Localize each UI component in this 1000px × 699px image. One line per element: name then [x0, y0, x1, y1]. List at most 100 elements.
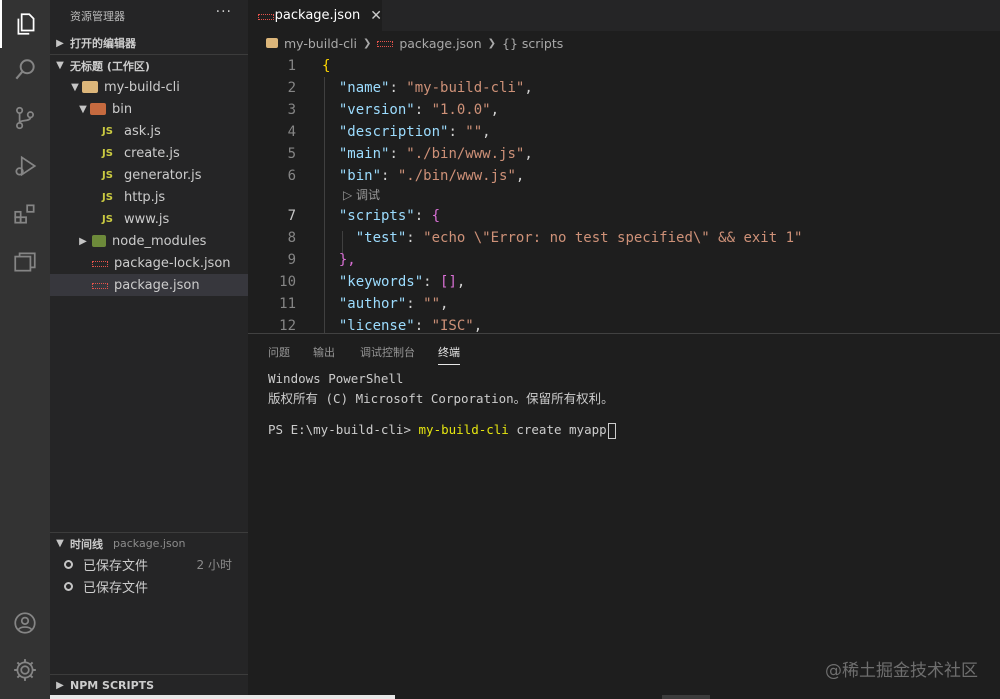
terminal-args: create myapp — [508, 422, 607, 437]
tab-debug-console[interactable]: 调试控制台 — [360, 344, 415, 360]
code-text: "test": "echo \"Error: no test specified… — [355, 230, 803, 246]
js-file-icon: JS — [102, 147, 113, 159]
code-text: "name": "my-build-cli", — [338, 80, 533, 96]
json-string: "./bin/www.js" — [406, 146, 525, 162]
code-line: 5 "main": "./bin/www.js", — [248, 143, 1000, 165]
json-string: "" — [423, 296, 441, 312]
tab-terminal[interactable]: 终端 — [438, 344, 460, 365]
tree-file-package-json[interactable]: package.json — [50, 274, 248, 296]
code-line: 4 "description": "", — [248, 121, 1000, 143]
tree-file-package-lock-json[interactable]: package-lock.json — [50, 252, 248, 274]
tree-folder-bin[interactable]: ▼ bin — [50, 98, 248, 120]
code-text: }, — [322, 252, 356, 268]
terminal-prompt: PS E:\my-build-cli> — [268, 422, 419, 437]
code-text: "main": "./bin/www.js", — [338, 146, 533, 162]
json-key: "test" — [355, 230, 407, 246]
timeline-file: package.json — [113, 537, 186, 550]
code-line: 7 "scripts": { — [248, 205, 1000, 227]
tree-file-create-js[interactable]: JS create.js — [50, 142, 248, 164]
chevron-right-icon: ❯ — [487, 37, 497, 49]
terminal-command: my-build-cli — [418, 422, 509, 437]
source-control-icon[interactable] — [0, 94, 50, 142]
code-text: "version": "1.0.0", — [338, 102, 500, 118]
chevron-right-icon: ▶ — [56, 680, 64, 691]
node-folder-icon — [92, 235, 106, 247]
json-string: "1.0.0" — [431, 102, 491, 118]
tab-output[interactable]: 输出 — [313, 344, 335, 360]
line-number: 2 — [287, 80, 296, 96]
line-number: 12 — [279, 318, 296, 333]
tree-label: http.js — [124, 189, 166, 205]
tree-file-ask-js[interactable]: JS ask.js — [50, 120, 248, 142]
code-line: 6 "bin": "./bin/www.js", — [248, 165, 1000, 187]
terminal-line: Windows PowerShell — [268, 371, 404, 386]
account-icon[interactable] — [0, 599, 50, 647]
close-icon[interactable]: ✕ — [370, 8, 382, 24]
code-editor[interactable]: 1 { 2 "name": "my-build-cli", 3 "version… — [248, 55, 1000, 333]
extensions-icon[interactable] — [0, 190, 50, 238]
chevron-down-icon: ▼ — [56, 538, 64, 549]
settings-gear-icon[interactable] — [0, 646, 50, 694]
tree-label: generator.js — [124, 167, 202, 183]
code-text: "author": "", — [338, 296, 449, 312]
editor-tab-bar: package.json ✕ — [248, 0, 1000, 31]
codelens-row: ▷ 调试 — [248, 185, 1000, 203]
json-string: "ISC" — [431, 318, 474, 333]
remote-explorer-icon[interactable] — [0, 238, 50, 286]
breadcrumb-item[interactable]: {} scripts — [502, 36, 563, 51]
breadcrumb-item[interactable]: package.json — [399, 36, 481, 51]
line-number: 3 — [287, 102, 296, 118]
timeline-header[interactable]: ▼ 时间线 package.json — [50, 532, 248, 554]
folder-icon — [266, 38, 278, 48]
json-key: "scripts" — [338, 208, 415, 224]
tree-file-www-js[interactable]: JS www.js — [50, 208, 248, 230]
line-number: 7 — [287, 208, 296, 224]
line-number: 1 — [287, 58, 296, 74]
terminal-prompt-line[interactable]: PS E:\my-build-cli> my-build-cli create … — [268, 422, 616, 439]
json-file-icon — [92, 280, 110, 290]
explorer-sidebar: 资源管理器 ··· ▶ 打开的编辑器 ▼ 无标题 (工作区) ▼ my-buil… — [50, 0, 248, 699]
workspace-header[interactable]: ▼ 无标题 (工作区) — [50, 54, 248, 76]
js-file-icon: JS — [102, 125, 113, 137]
open-editors-header[interactable]: ▶ 打开的编辑器 — [50, 32, 248, 54]
tab-package-json[interactable]: package.json ✕ — [248, 0, 382, 31]
chevron-right-icon: ▶ — [79, 235, 87, 247]
brace: { — [431, 208, 441, 224]
tree-label: www.js — [124, 211, 170, 227]
debug-codelens[interactable]: ▷ 调试 — [343, 186, 380, 203]
tab-problems[interactable]: 问题 — [268, 344, 290, 360]
code-text: "license": "ISC", — [338, 318, 483, 333]
json-string: "" — [465, 124, 483, 140]
code-text: "bin": "./bin/www.js", — [338, 168, 525, 184]
code-line: 3 "version": "1.0.0", — [248, 99, 1000, 121]
npm-scripts-label: NPM SCRIPTS — [70, 679, 155, 692]
explorer-title: 资源管理器 — [70, 10, 125, 23]
timeline-item[interactable]: 已保存文件 2 小时 — [50, 553, 248, 575]
line-number: 5 — [287, 146, 296, 162]
tree-file-generator-js[interactable]: JS generator.js — [50, 164, 248, 186]
json-key: "main" — [338, 146, 390, 162]
chevron-right-icon: ▶ — [56, 37, 64, 49]
breadcrumb-item[interactable]: my-build-cli — [284, 36, 357, 51]
json-string: "./bin/www.js" — [397, 168, 516, 184]
tree-label: node_modules — [112, 233, 207, 249]
more-actions-button[interactable]: ··· — [216, 4, 232, 20]
tree-folder-my-build-cli[interactable]: ▼ my-build-cli — [50, 76, 248, 98]
timeline-item[interactable]: 已保存文件 — [50, 575, 248, 597]
npm-scripts-header[interactable]: ▶ NPM SCRIPTS — [50, 674, 248, 696]
timeline-title: 时间线 — [70, 537, 103, 551]
json-key: "bin" — [338, 168, 382, 184]
tree-file-http-js[interactable]: JS http.js — [50, 186, 248, 208]
tree-folder-node-modules[interactable]: ▶ node_modules — [50, 230, 248, 252]
tree-label: package.json — [114, 277, 200, 293]
json-file-icon — [377, 38, 395, 48]
search-icon[interactable] — [0, 46, 50, 94]
code-line: 9 }, — [248, 249, 1000, 271]
tree-label: ask.js — [124, 123, 161, 139]
status-bar-segment — [50, 695, 395, 699]
timeline-item-time: 2 小时 — [196, 557, 232, 572]
explorer-icon[interactable] — [0, 0, 50, 48]
line-number: 10 — [279, 274, 296, 290]
tree-label: package-lock.json — [114, 255, 231, 271]
run-debug-icon[interactable] — [0, 142, 50, 190]
